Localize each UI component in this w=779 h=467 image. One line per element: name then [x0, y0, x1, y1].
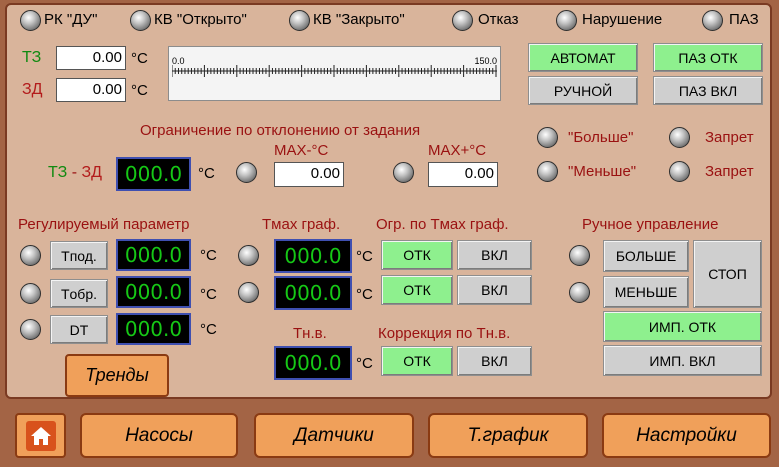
max-plus-input[interactable]: 0.00	[428, 162, 498, 187]
dt-unit: °C	[200, 321, 217, 338]
paz-off-button[interactable]: ПАЗ ОТК	[653, 43, 763, 72]
more-lamp	[537, 127, 558, 148]
tnv-title: Тн.в.	[293, 325, 327, 342]
manual-less-lamp	[569, 282, 590, 303]
status-fault-label: Отказ	[478, 11, 519, 28]
less-lamp	[537, 161, 558, 182]
home-button[interactable]	[15, 413, 66, 458]
nav-graph-button[interactable]: Т.график	[428, 413, 588, 458]
manual-control-title: Ручное управление	[582, 216, 719, 233]
status-violation-label: Нарушение	[582, 11, 663, 28]
tpod-button[interactable]: Tпод.	[50, 241, 108, 270]
status-lamp-paz	[702, 10, 723, 31]
zd-unit: °C	[131, 82, 148, 99]
tz-input[interactable]: 0.00	[56, 46, 126, 70]
tmax2-unit: °C	[356, 286, 373, 303]
nav-pumps-button[interactable]: Насосы	[80, 413, 238, 458]
correction-on-button[interactable]: ВКЛ	[457, 346, 532, 376]
deviation-title: Ограничение по отклонению от задания	[140, 122, 421, 139]
status-lamp-rk-du	[20, 10, 41, 31]
tmax1-lamp	[238, 245, 259, 266]
tpod-lamp	[20, 245, 41, 266]
temperature-scale: 0.0 150.0	[168, 46, 501, 101]
tnv-display: 000.0	[274, 346, 352, 380]
manual-more-lamp	[569, 245, 590, 266]
tobr-unit: °C	[200, 286, 217, 303]
status-kv-open-label: КВ "Открыто"	[154, 11, 247, 28]
dt-lamp	[20, 319, 41, 340]
imp-on-button[interactable]: ИМП. ВКЛ	[603, 345, 762, 376]
forbid-less-lamp	[669, 161, 690, 182]
tmax-limit-on-button-1[interactable]: ВКЛ	[457, 240, 532, 270]
correction-off-button[interactable]: ОТК	[381, 346, 453, 376]
tmax-limit-on-button-2[interactable]: ВКЛ	[457, 275, 532, 305]
tz-zd-label: ТЗ - ЗД	[48, 164, 102, 181]
tmax2-lamp	[238, 282, 259, 303]
tmax-title: Tмах граф.	[262, 216, 341, 233]
tz-label: ТЗ	[22, 49, 42, 66]
tmax-limit-off-button-2[interactable]: ОТК	[381, 275, 453, 305]
status-lamp-kv-closed	[289, 10, 310, 31]
tpod-unit: °C	[200, 247, 217, 264]
tmax1-display: 000.0	[274, 239, 352, 273]
tpod-display: 000.0	[116, 239, 191, 271]
tz-unit: °C	[131, 50, 148, 67]
status-paz-label: ПАЗ	[729, 11, 759, 28]
more-label: "Больше"	[568, 129, 634, 146]
forbid-less-label: Запрет	[705, 163, 754, 180]
manual-stop-button[interactable]: СТОП	[693, 240, 762, 308]
tmax-limit-title: Огр. по Tмах граф.	[376, 216, 509, 233]
forbid-more-lamp	[669, 127, 690, 148]
manual-mode-button[interactable]: РУЧНОЙ	[528, 76, 638, 105]
tmax-limit-off-button-1[interactable]: ОТК	[381, 240, 453, 270]
max-minus-lamp	[236, 162, 257, 183]
tz-zd-unit: °C	[198, 165, 215, 182]
status-lamp-kv-open	[130, 10, 151, 31]
manual-less-button[interactable]: МЕНЬШЕ	[603, 276, 689, 308]
home-icon	[25, 420, 56, 451]
status-rk-du-label: РК "ДУ"	[44, 11, 98, 28]
max-minus-label: MAX-°C	[274, 142, 329, 159]
less-label: "Меньше"	[568, 163, 637, 180]
nav-sensors-button[interactable]: Датчики	[254, 413, 414, 458]
zd-input[interactable]: 0.00	[56, 78, 126, 102]
tz-zd-display: 000.0	[116, 157, 191, 191]
nav-settings-button[interactable]: Настройки	[602, 413, 771, 458]
status-lamp-violation	[556, 10, 577, 31]
regulated-title: Регулируемый параметр	[18, 216, 190, 233]
tmax1-unit: °C	[356, 248, 373, 265]
tobr-lamp	[20, 283, 41, 304]
tnv-unit: °C	[356, 355, 373, 372]
scale-ticks	[172, 65, 497, 77]
zd-label: ЗД	[22, 81, 43, 98]
dt-display: 000.0	[116, 313, 191, 345]
dt-button[interactable]: DT	[50, 315, 108, 344]
manual-more-button[interactable]: БОЛЬШЕ	[603, 240, 689, 272]
paz-on-button[interactable]: ПАЗ ВКЛ	[653, 76, 763, 105]
trends-button[interactable]: Тренды	[65, 354, 169, 397]
tmax2-display: 000.0	[274, 276, 352, 310]
max-minus-input[interactable]: 0.00	[274, 162, 344, 187]
status-kv-closed-label: КВ "Закрыто"	[313, 11, 405, 28]
tobr-display: 000.0	[116, 276, 191, 308]
imp-off-button[interactable]: ИМП. ОТК	[603, 311, 762, 342]
status-lamp-fault	[452, 10, 473, 31]
max-plus-label: MAX+°C	[428, 142, 487, 159]
tobr-button[interactable]: Tобр.	[50, 279, 108, 308]
max-plus-lamp	[393, 162, 414, 183]
forbid-more-label: Запрет	[705, 129, 754, 146]
correction-title: Коррекция по Тн.в.	[378, 325, 511, 342]
auto-mode-button[interactable]: АВТОМАТ	[528, 43, 638, 72]
